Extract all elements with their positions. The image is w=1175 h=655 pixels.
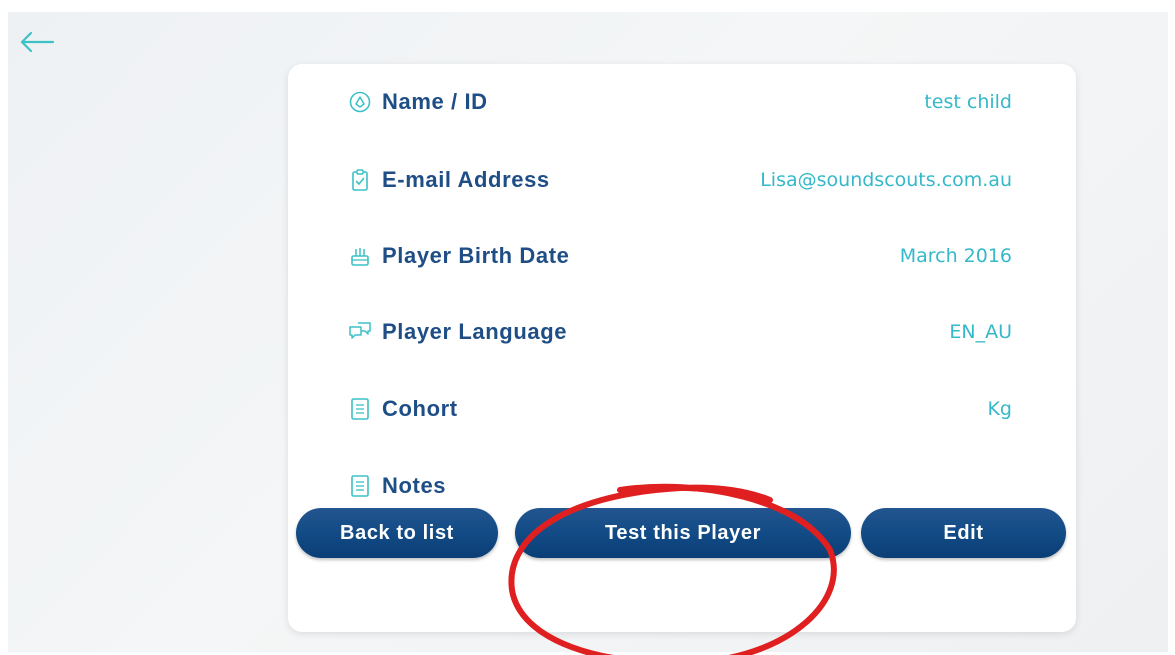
cohort-label: Cohort — [382, 396, 458, 421]
notes-label: Notes — [382, 473, 447, 498]
email-row: E-mail Address Lisa@soundscouts.com.au — [348, 160, 1012, 200]
edit-button[interactable]: Edit — [861, 508, 1066, 558]
clipboard-check-icon — [352, 169, 368, 191]
email-value: Lisa@soundscouts.com.au — [760, 169, 1012, 191]
back-to-list-button[interactable]: Back to list — [296, 508, 498, 558]
speech-bubbles-icon — [349, 322, 371, 339]
test-player-button[interactable]: Test this Player — [515, 508, 851, 558]
birth-date-value: March 2016 — [899, 245, 1012, 267]
birth-date-label: Player Birth Date — [382, 243, 570, 268]
document-icon — [351, 398, 369, 420]
language-row: Player Language EN_AU — [348, 312, 1012, 352]
email-label: E-mail Address — [382, 167, 550, 192]
cohort-value: Kg — [987, 398, 1012, 420]
notes-row: Notes — [348, 466, 1012, 506]
app-screen: Name / ID test child E-mail Address Lisa… — [8, 12, 1168, 652]
language-label: Player Language — [382, 319, 568, 344]
rocket-badge-icon — [349, 91, 371, 113]
cohort-row: Cohort Kg — [348, 389, 1012, 429]
document-icon — [351, 475, 369, 497]
language-value: EN_AU — [949, 321, 1012, 343]
name-row: Name / ID test child — [348, 82, 1012, 122]
arrow-left-icon[interactable] — [19, 30, 55, 54]
name-label: Name / ID — [382, 89, 488, 114]
birth-date-row: Player Birth Date March 2016 — [348, 236, 1012, 276]
name-value: test child — [924, 91, 1012, 113]
cake-icon — [351, 248, 369, 266]
